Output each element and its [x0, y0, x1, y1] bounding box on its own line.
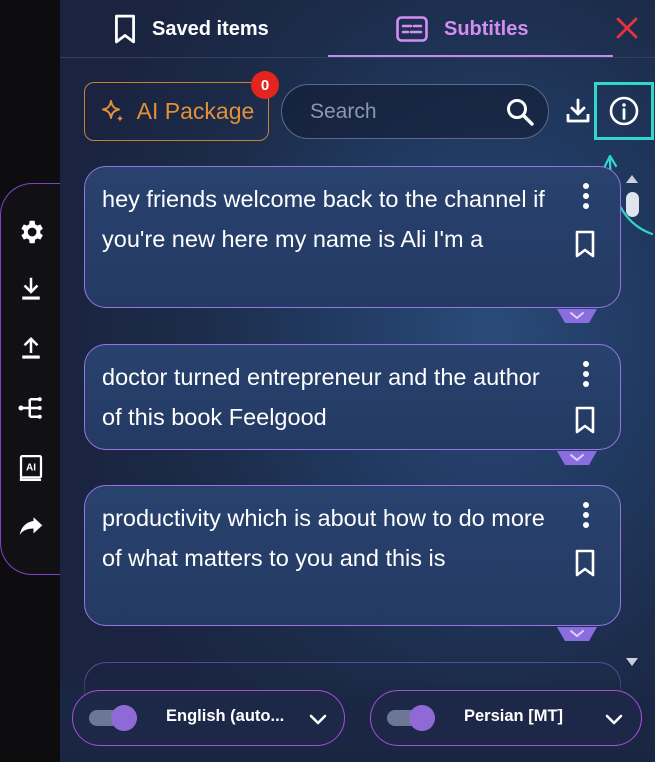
download-button[interactable]: [560, 92, 596, 130]
more-vertical-icon: [583, 183, 589, 209]
ai-book-button[interactable]: AI: [13, 450, 49, 486]
sparkle-icon: [101, 99, 124, 122]
chevron-down-icon: [557, 309, 597, 323]
expand-button[interactable]: [555, 309, 599, 327]
subtitles-panel: Saved items Subtitles AI Package 0 Searc…: [60, 0, 655, 762]
share-icon: [19, 517, 43, 535]
source-language-selector[interactable]: English (auto...: [72, 690, 345, 746]
subtitle-card[interactable]: doctor turned entrepreneur and the autho…: [84, 344, 621, 465]
chevron-down-icon: [557, 627, 597, 641]
subtitle-text: hey friends welcome back to the channel …: [102, 186, 545, 252]
search-box[interactable]: [281, 84, 549, 139]
share-button[interactable]: [13, 508, 49, 544]
ai-book-icon: AI: [19, 455, 43, 481]
tree-view-button[interactable]: [13, 390, 49, 426]
expand-button[interactable]: [555, 627, 599, 645]
more-options-button[interactable]: [575, 181, 597, 211]
target-language-selector[interactable]: Persian [MT]: [370, 690, 642, 746]
tab-subtitles[interactable]: Subtitles: [396, 0, 528, 58]
toggle-knob: [111, 705, 137, 731]
bookmark-icon: [575, 549, 595, 577]
expand-button[interactable]: [555, 451, 599, 469]
chevron-down-icon: [309, 714, 327, 725]
panel-header: Saved items Subtitles: [60, 0, 655, 58]
gear-icon: [21, 220, 43, 244]
bookmark-button[interactable]: [570, 403, 600, 437]
download-icon: [566, 98, 590, 123]
info-icon: [609, 96, 639, 126]
close-button[interactable]: [610, 11, 644, 45]
info-button[interactable]: [594, 82, 654, 140]
upload-icon: [22, 337, 40, 359]
ai-package-button[interactable]: AI Package: [84, 82, 269, 141]
tree-icon: [18, 397, 42, 419]
ai-package-label: AI Package: [136, 98, 255, 124]
left-toolbar: AI: [0, 183, 60, 575]
subtitles-icon: [396, 16, 428, 42]
bookmark-button[interactable]: [570, 227, 600, 261]
bookmark-icon: [575, 406, 595, 434]
tab-saved-items-label: Saved items: [152, 17, 269, 40]
subtitle-card[interactable]: productivity which is about how to do mo…: [84, 485, 621, 641]
scroll-down-arrow[interactable]: [625, 655, 639, 669]
more-options-button[interactable]: [575, 359, 597, 389]
bookmark-icon: [575, 230, 595, 258]
close-icon: [616, 17, 638, 39]
scrollbar-thumb[interactable]: [626, 192, 639, 217]
more-options-button[interactable]: [575, 500, 597, 530]
download-subtitles-button[interactable]: [13, 271, 49, 307]
chevron-down-icon: [605, 714, 623, 725]
download-icon: [22, 277, 40, 300]
tab-subtitles-label: Subtitles: [444, 17, 529, 40]
source-language-label: English (auto...: [166, 707, 285, 725]
search-input[interactable]: [310, 97, 490, 127]
ai-package-count-badge: 0: [251, 71, 279, 99]
source-language-toggle[interactable]: [89, 705, 147, 731]
bookmark-button[interactable]: [570, 546, 600, 580]
active-tab-indicator: [328, 55, 613, 57]
more-vertical-icon: [583, 502, 589, 528]
target-language-toggle[interactable]: [387, 705, 445, 731]
tab-saved-items[interactable]: Saved items: [112, 0, 269, 58]
target-language-label: Persian [MT]: [464, 707, 564, 725]
settings-button[interactable]: [13, 214, 49, 250]
more-vertical-icon: [583, 361, 589, 387]
upload-subtitles-button[interactable]: [13, 330, 49, 366]
toggle-knob: [409, 705, 435, 731]
app-window: AI Saved items Subtitles AI Package 0 Se…: [0, 0, 655, 762]
subtitle-card[interactable]: hey friends welcome back to the channel …: [84, 166, 621, 323]
subtitle-text: doctor turned entrepreneur and the autho…: [102, 364, 540, 430]
search-icon[interactable]: [504, 96, 536, 128]
svg-text:AI: AI: [26, 463, 36, 474]
bookmark-icon: [115, 14, 135, 44]
scroll-up-arrow[interactable]: [625, 172, 639, 186]
chevron-down-icon: [557, 451, 597, 465]
subtitle-text: productivity which is about how to do mo…: [102, 505, 545, 571]
